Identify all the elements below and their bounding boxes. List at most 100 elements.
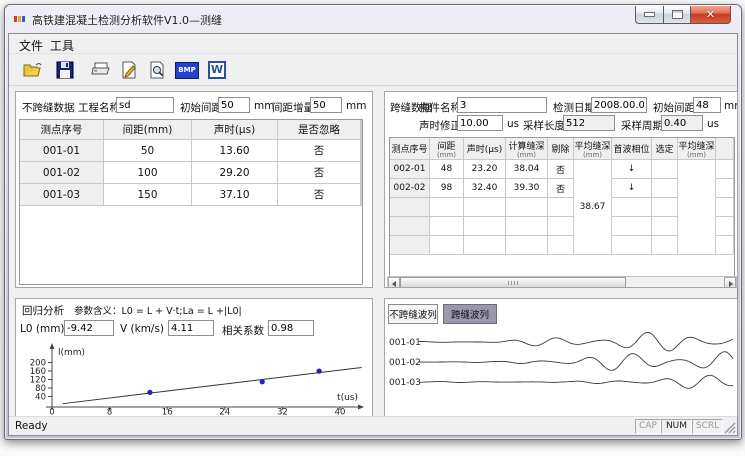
export-bmp-button[interactable]: BMP (173, 56, 201, 84)
table-cell[interactable] (548, 198, 574, 217)
table-cell[interactable] (361, 184, 362, 206)
print-button[interactable] (87, 56, 115, 84)
joint-init-spacing-field[interactable] (693, 97, 721, 113)
sample-period-field[interactable] (661, 115, 703, 131)
table-row[interactable]: 002-014823.2038.04否↓ (390, 160, 734, 179)
time-correction-field[interactable] (457, 115, 503, 131)
open-button[interactable] (19, 56, 47, 84)
menu-item-file[interactable]: 文件 (14, 36, 48, 55)
table-row[interactable]: 001-015013.60否 (20, 140, 362, 162)
table-cell[interactable] (464, 236, 506, 255)
table-cell[interactable] (678, 179, 716, 198)
table-cell[interactable] (652, 198, 678, 217)
v-field[interactable] (168, 320, 214, 336)
table-cell[interactable]: 37.10 (192, 184, 278, 206)
table-cell[interactable]: 38.04 (506, 160, 548, 179)
table-cell[interactable]: 否 (278, 140, 361, 162)
table-cell[interactable] (548, 217, 574, 236)
table-cell[interactable] (678, 236, 716, 255)
table-cell[interactable] (652, 179, 678, 198)
table-cell[interactable] (506, 198, 548, 217)
tab-joint-wave[interactable]: 跨缝波列 (443, 304, 497, 324)
table-cell[interactable] (716, 198, 734, 217)
table-cell[interactable] (548, 236, 574, 255)
minimize-button[interactable] (635, 6, 664, 24)
export-word-button[interactable]: W (203, 56, 231, 84)
table-cell[interactable] (716, 236, 734, 255)
table-cell[interactable] (716, 217, 734, 236)
table-row[interactable] (390, 236, 734, 255)
maximize-button[interactable] (664, 6, 691, 24)
table-cell[interactable] (574, 217, 612, 236)
table-row[interactable]: 002-029832.4039.30否↓ (390, 179, 734, 198)
table-cell[interactable]: 39.30 (506, 179, 548, 198)
table-cell[interactable] (612, 236, 652, 255)
table-cell[interactable]: 否 (548, 179, 574, 198)
table-cell[interactable]: 29.20 (192, 162, 278, 184)
table-cell[interactable] (678, 217, 716, 236)
table-cell[interactable] (464, 217, 506, 236)
table-cell[interactable]: 否 (278, 184, 361, 206)
table-cell[interactable] (612, 217, 652, 236)
table-cell[interactable] (612, 198, 652, 217)
table-row[interactable]: 001-0210029.20否 (20, 162, 362, 184)
scroll-right-button[interactable] (724, 277, 736, 288)
tab-nojoint-wave[interactable]: 不跨缝波列 (388, 304, 438, 324)
table-cell[interactable]: 13.60 (192, 140, 278, 162)
h-scrollbar[interactable] (387, 276, 737, 288)
table-cell[interactable] (574, 179, 612, 198)
table-cell[interactable] (361, 140, 362, 162)
table-cell[interactable] (678, 160, 716, 179)
table-cell[interactable] (464, 198, 506, 217)
table-cell[interactable] (716, 179, 734, 198)
title-bar[interactable]: 高铁建混凝土检测分析软件V1.0—测缝 ✕ (5, 5, 741, 33)
print-preview-button[interactable] (143, 56, 171, 84)
table-cell[interactable]: 32.40 (464, 179, 506, 198)
resize-grip[interactable] (724, 422, 736, 434)
scrollbar-thumb[interactable] (400, 277, 626, 288)
table-cell[interactable] (678, 198, 716, 217)
table-cell[interactable] (652, 217, 678, 236)
corr-coef-field[interactable] (268, 320, 314, 336)
table-row[interactable]: 001-0315037.10否 (20, 184, 362, 206)
table-cell[interactable] (574, 160, 612, 179)
table-cell[interactable]: 48 (430, 160, 464, 179)
table-cell[interactable] (430, 217, 464, 236)
table-cell[interactable] (716, 160, 734, 179)
init-spacing-field[interactable] (218, 97, 250, 113)
table-cell[interactable]: 50 (104, 140, 192, 162)
test-date-field[interactable] (591, 97, 647, 113)
print-setup-button[interactable] (115, 56, 143, 84)
table-row[interactable]: 38.67 (390, 198, 734, 217)
table-cell[interactable] (361, 162, 362, 184)
test-date-label: 检测日期 (553, 100, 595, 115)
table-cell[interactable]: 否 (278, 162, 361, 184)
svg-text:32: 32 (277, 408, 288, 416)
l0-field[interactable] (64, 320, 114, 336)
component-name-field[interactable] (457, 97, 547, 113)
table-cell[interactable] (652, 160, 678, 179)
sample-length-field[interactable] (563, 115, 615, 131)
save-button[interactable] (51, 56, 79, 84)
close-button[interactable]: ✕ (691, 6, 731, 24)
menu-item-tools[interactable]: 工具 (45, 36, 79, 55)
table-cell[interactable] (574, 236, 612, 255)
spacing-step-field[interactable] (310, 97, 342, 113)
table-cell[interactable] (652, 236, 678, 255)
table-cell[interactable]: 38.67 (574, 198, 612, 217)
table-cell[interactable] (506, 236, 548, 255)
table-cell[interactable]: ↓ (612, 160, 652, 179)
project-name-field[interactable] (116, 97, 174, 113)
table-cell[interactable]: ↓ (612, 179, 652, 198)
table-cell[interactable] (430, 236, 464, 255)
table-cell[interactable]: 23.20 (464, 160, 506, 179)
table-cell[interactable]: 100 (104, 162, 192, 184)
table-row[interactable] (390, 217, 734, 236)
table-header-cell: 是否忽略 (278, 120, 361, 140)
table-cell[interactable]: 否 (548, 160, 574, 179)
table-cell[interactable]: 98 (430, 179, 464, 198)
scroll-left-button[interactable] (388, 277, 400, 288)
table-cell[interactable] (506, 217, 548, 236)
table-cell[interactable] (430, 198, 464, 217)
table-cell[interactable]: 150 (104, 184, 192, 206)
